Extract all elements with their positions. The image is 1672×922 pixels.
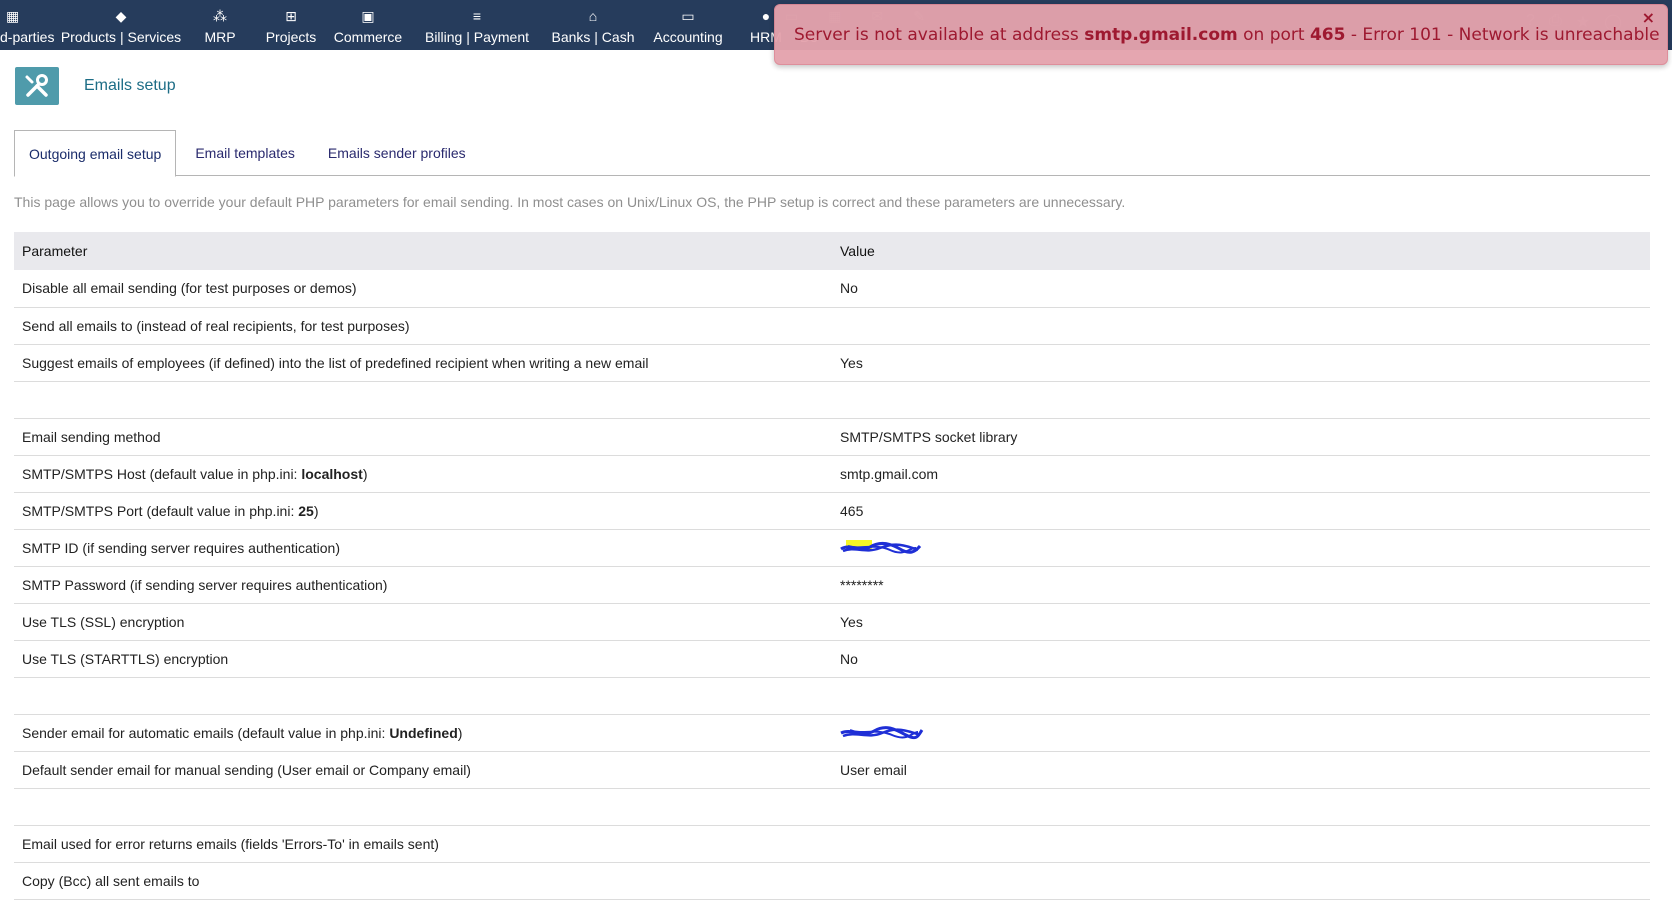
nav-item-mrp[interactable]: ⁂ MRP	[190, 0, 250, 50]
nav-item-accounting[interactable]: ▭ Accounting	[648, 0, 728, 50]
notification-middle: on port	[1237, 25, 1310, 45]
value-cell: Yes	[832, 603, 1650, 641]
value-cell	[832, 677, 1650, 715]
value-cell	[832, 381, 1650, 419]
value-cell: No	[832, 270, 1650, 308]
param-cell: SMTP/SMTPS Host (default value in php.in…	[14, 455, 832, 493]
value-cell	[832, 825, 1650, 863]
param-cell: Use TLS (STARTTLS) encryption	[14, 640, 832, 678]
value-cell: User email	[832, 751, 1650, 789]
coins-icon: ≡	[472, 8, 482, 24]
nav-item-commerce[interactable]: ▣ Commerce	[330, 0, 406, 50]
param-cell: Email used for error returns emails (fie…	[14, 825, 832, 863]
cubes-icon: ⁂	[213, 8, 227, 24]
value-cell	[832, 788, 1650, 826]
table-row: SMTP/SMTPS Port (default value in php.in…	[14, 492, 1650, 530]
table-separator-row	[14, 788, 1650, 826]
param-cell: SMTP ID (if sending server requires auth…	[14, 529, 832, 567]
table-row: Use TLS (STARTTLS) encryption No	[14, 640, 1650, 678]
table-row: Suggest emails of employees (if defined)…	[14, 344, 1650, 382]
notification-prefix: Server is not available at address	[794, 25, 1085, 45]
tools-icon	[15, 67, 59, 105]
param-cell: Email sending method	[14, 418, 832, 456]
table-row: Email used for error returns emails (fie…	[14, 825, 1650, 863]
value-cell	[832, 307, 1650, 345]
table-separator-row	[14, 381, 1650, 419]
building-icon: ▦	[6, 8, 20, 24]
table-separator-row	[14, 677, 1650, 715]
value-cell: No	[832, 640, 1650, 678]
nav-item-thirdparties[interactable]: ▦ d-parties	[0, 0, 54, 50]
notification-suffix: - Error 101 - Network is unreachable	[1345, 25, 1660, 45]
table-row: Use TLS (SSL) encryption Yes	[14, 603, 1650, 641]
param-cell	[14, 788, 832, 826]
tab-outgoing-email-setup[interactable]: Outgoing email setup	[14, 130, 177, 177]
param-cell: SMTP/SMTPS Port (default value in php.in…	[14, 492, 832, 530]
value-cell: SMTP/SMTPS socket library	[832, 418, 1650, 456]
table-row: Send all emails to (instead of real reci…	[14, 307, 1650, 345]
param-cell: Use TLS (SSL) encryption	[14, 603, 832, 641]
value-cell	[832, 714, 1650, 752]
table-row: SMTP ID (if sending server requires auth…	[14, 529, 1650, 567]
param-cell	[14, 677, 832, 715]
value-cell	[832, 862, 1650, 900]
nav-item-billing-payment[interactable]: ≡ Billing | Payment	[412, 0, 542, 50]
param-cell: Suggest emails of employees (if defined)…	[14, 344, 832, 382]
bank-icon: ⌂	[588, 8, 598, 24]
page-header: Emails setup	[15, 67, 176, 105]
column-header-parameter: Parameter	[14, 232, 832, 270]
value-cell	[832, 529, 1650, 567]
tab-emails-sender-profiles[interactable]: Emails sender profiles	[309, 130, 480, 176]
error-notification: Server is not available at address smtp.…	[774, 4, 1668, 65]
suitcase-icon: ▣	[361, 8, 375, 24]
tab-email-templates[interactable]: Email templates	[176, 130, 309, 176]
column-header-value: Value	[832, 232, 1650, 270]
cube-icon: ◆	[115, 8, 127, 24]
table-row: Email sending method SMTP/SMTPS socket l…	[14, 418, 1650, 456]
param-cell	[14, 381, 832, 419]
table-row: SMTP Password (if sending server require…	[14, 566, 1650, 604]
value-cell: 465	[832, 492, 1650, 530]
param-cell: Default sender email for manual sending …	[14, 751, 832, 789]
param-cell: Disable all email sending (for test purp…	[14, 270, 832, 308]
notification-port: 465	[1309, 25, 1346, 45]
value-cell: smtp.gmail.com	[832, 455, 1650, 493]
nav-item-banks-cash[interactable]: ⌂ Banks | Cash	[546, 0, 640, 50]
table-row: Default sender email for manual sending …	[14, 751, 1650, 789]
parameters-table: Parameter Value Disable all email sendin…	[14, 232, 1650, 900]
nav-item-products-services[interactable]: ◆ Products | Services	[58, 0, 184, 50]
table-row: Copy (Bcc) all sent emails to	[14, 862, 1650, 900]
table-row: SMTP/SMTPS Host (default value in php.in…	[14, 455, 1650, 493]
table-header-row: Parameter Value	[14, 232, 1650, 270]
param-cell: Sender email for automatic emails (defau…	[14, 714, 832, 752]
value-cell: Yes	[832, 344, 1650, 382]
money-check-icon: ▭	[681, 8, 695, 24]
nav-item-projects[interactable]: ⊞ Projects	[258, 0, 324, 50]
value-cell: ********	[832, 566, 1650, 604]
param-cell: Copy (Bcc) all sent emails to	[14, 862, 832, 900]
tab-bar: Outgoing email setup Email templates Ema…	[14, 130, 1650, 177]
notification-host: smtp.gmail.com	[1084, 25, 1238, 45]
table-row: Sender email for automatic emails (defau…	[14, 714, 1650, 752]
sitemap-icon: ⊞	[285, 8, 297, 24]
page-description: This page allows you to override your de…	[14, 194, 1126, 210]
page-title: Emails setup	[84, 77, 176, 94]
param-cell: SMTP Password (if sending server require…	[14, 566, 832, 604]
table-row: Disable all email sending (for test purp…	[14, 270, 1650, 308]
close-icon[interactable]: ×	[1642, 8, 1655, 27]
param-cell: Send all emails to (instead of real reci…	[14, 307, 832, 345]
redacted-sender-email	[840, 726, 924, 740]
redacted-smtp-id	[840, 540, 922, 554]
user-tie-icon: ●	[761, 8, 771, 24]
